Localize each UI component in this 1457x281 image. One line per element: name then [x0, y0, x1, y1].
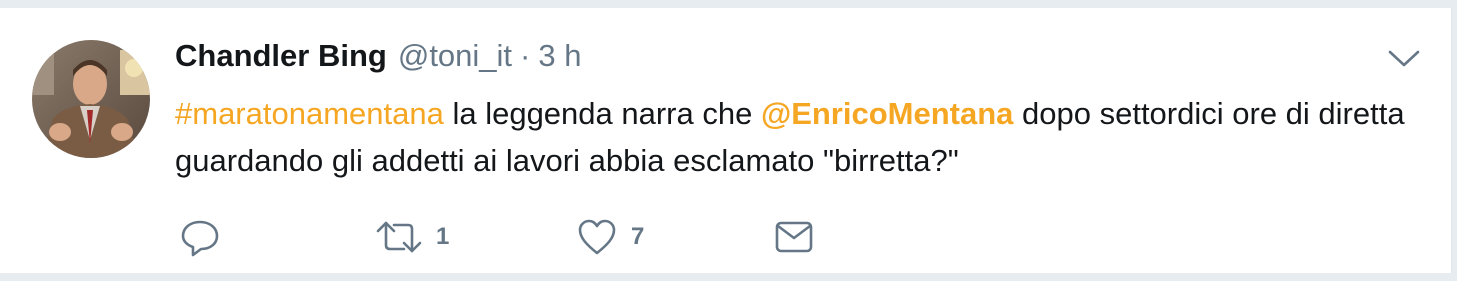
- tweet-text-part1: la leggenda narra che: [443, 96, 761, 131]
- retweet-button[interactable]: 1: [376, 213, 449, 261]
- reply-button[interactable]: [180, 213, 220, 261]
- mention-link[interactable]: @EnricoMentana: [761, 96, 1013, 131]
- author-handle[interactable]: @toni_it: [398, 38, 512, 74]
- separator-dot: ·: [520, 38, 531, 73]
- like-count: 7: [631, 223, 645, 250]
- avatar-image: [32, 40, 150, 158]
- retweet-icon: [376, 221, 422, 253]
- author-name[interactable]: Chandler Bing: [175, 38, 387, 74]
- tweet-header: Chandler Bing @toni_it · 3 h: [175, 38, 581, 82]
- direct-message-button[interactable]: [774, 213, 814, 261]
- tweet-timestamp[interactable]: 3 h: [538, 38, 581, 74]
- heart-icon: [578, 219, 616, 255]
- reply-icon: [181, 220, 219, 257]
- chevron-down-icon: [1388, 50, 1420, 67]
- hashtag-link[interactable]: #maratonamentana: [175, 96, 444, 131]
- tweet-card[interactable]: Chandler Bing @toni_it · 3 h #maratoname…: [0, 8, 1452, 273]
- avatar[interactable]: [32, 40, 150, 158]
- retweet-count: 1: [436, 223, 450, 250]
- tweet-text: #maratonamentana la leggenda narra che @…: [175, 90, 1425, 184]
- like-button[interactable]: 7: [577, 213, 644, 261]
- tweet-menu-button[interactable]: [1386, 46, 1422, 70]
- envelope-icon: [775, 221, 813, 253]
